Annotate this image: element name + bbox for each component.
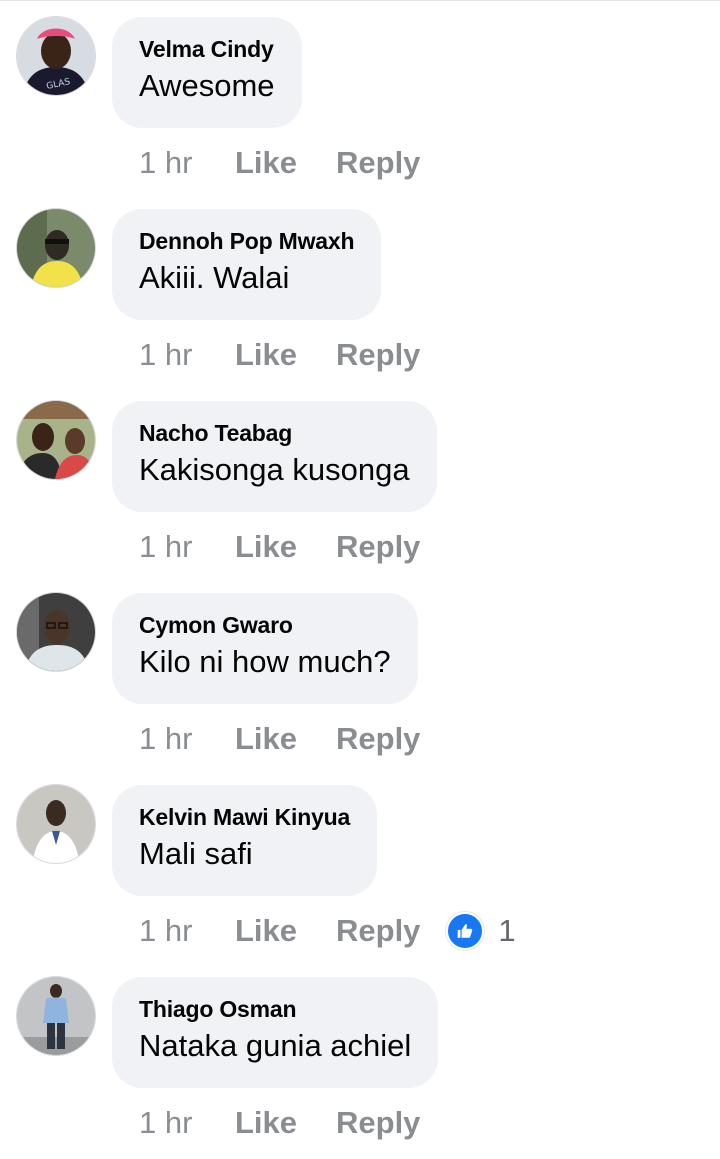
comment-actions: 1 hr Like Reply <box>139 319 420 391</box>
like-button[interactable]: Like <box>235 913 336 949</box>
comment-timestamp[interactable]: 1 hr <box>139 913 235 949</box>
comment-text: Awesome <box>139 68 275 103</box>
reply-button[interactable]: Reply <box>336 529 420 565</box>
comment-timestamp[interactable]: 1 hr <box>139 721 235 757</box>
comment-item: Dennoh Pop Mwaxh Akiii. Walai 1 hr Like … <box>0 192 720 384</box>
reaction-count: 1 <box>498 913 516 948</box>
comment-author[interactable]: Dennoh Pop Mwaxh <box>139 227 355 255</box>
avatar[interactable] <box>16 976 96 1056</box>
comment-text: Akiii. Walai <box>139 260 290 295</box>
avatar[interactable] <box>16 592 96 672</box>
comment-text: Kakisonga kusonga <box>139 452 410 487</box>
comment-timestamp[interactable]: 1 hr <box>139 529 235 565</box>
reply-button[interactable]: Reply <box>336 337 420 373</box>
comment-item: Thiago Osman Nataka gunia achiel 1 hr Li… <box>0 960 720 1152</box>
comment-bubble: Kelvin Mawi Kinyua Mali safi <box>112 785 378 896</box>
like-button[interactable]: Like <box>235 721 336 757</box>
comment-item: Nacho Teabag Kakisonga kusonga 1 hr Like… <box>0 384 720 576</box>
comment-author[interactable]: Velma Cindy <box>139 35 275 63</box>
comment-author[interactable]: Kelvin Mawi Kinyua <box>139 803 350 831</box>
comment-actions: 1 hr Like Reply 1 <box>139 895 516 967</box>
reaction-summary[interactable]: 1 <box>446 912 516 950</box>
comment-item: GLAS Velma Cindy Awesome 1 hr Like Reply <box>0 0 720 192</box>
comment-item: Cymon Gwaro Kilo ni how much? 1 hr Like … <box>0 576 720 768</box>
reply-button[interactable]: Reply <box>336 721 420 757</box>
comment-timestamp[interactable]: 1 hr <box>139 145 235 181</box>
like-button[interactable]: Like <box>235 1105 336 1141</box>
comment-text: Mali safi <box>139 836 253 871</box>
reply-button[interactable]: Reply <box>336 145 420 181</box>
comment-bubble: Nacho Teabag Kakisonga kusonga <box>112 401 437 512</box>
comment-timestamp[interactable]: 1 hr <box>139 1105 235 1141</box>
comment-bubble: Thiago Osman Nataka gunia achiel <box>112 977 439 1088</box>
comment-text: Kilo ni how much? <box>139 644 391 679</box>
avatar[interactable] <box>16 784 96 864</box>
comment-bubble: Dennoh Pop Mwaxh Akiii. Walai <box>112 209 382 320</box>
comment-author[interactable]: Cymon Gwaro <box>139 611 391 639</box>
comment-actions: 1 hr Like Reply <box>139 703 420 775</box>
like-button[interactable]: Like <box>235 337 336 373</box>
comment-actions: 1 hr Like Reply <box>139 511 420 583</box>
comment-timestamp[interactable]: 1 hr <box>139 337 235 373</box>
reply-button[interactable]: Reply <box>336 1105 420 1141</box>
comment-bubble: Cymon Gwaro Kilo ni how much? <box>112 593 418 704</box>
like-button[interactable]: Like <box>235 529 336 565</box>
reply-button[interactable]: Reply <box>336 913 420 949</box>
avatar[interactable]: GLAS <box>16 16 96 96</box>
comment-author[interactable]: Nacho Teabag <box>139 419 410 447</box>
like-reaction-icon <box>446 912 485 950</box>
comment-author[interactable]: Thiago Osman <box>139 995 411 1023</box>
comment-bubble: Velma Cindy Awesome <box>112 17 302 128</box>
like-button[interactable]: Like <box>235 145 336 181</box>
comment-text: Nataka gunia achiel <box>139 1028 412 1063</box>
comment-item: Kelvin Mawi Kinyua Mali safi 1 hr Like R… <box>0 768 720 960</box>
avatar[interactable] <box>16 400 96 480</box>
comment-actions: 1 hr Like Reply <box>139 127 420 199</box>
comment-actions: 1 hr Like Reply <box>139 1087 420 1159</box>
avatar[interactable] <box>16 208 96 288</box>
